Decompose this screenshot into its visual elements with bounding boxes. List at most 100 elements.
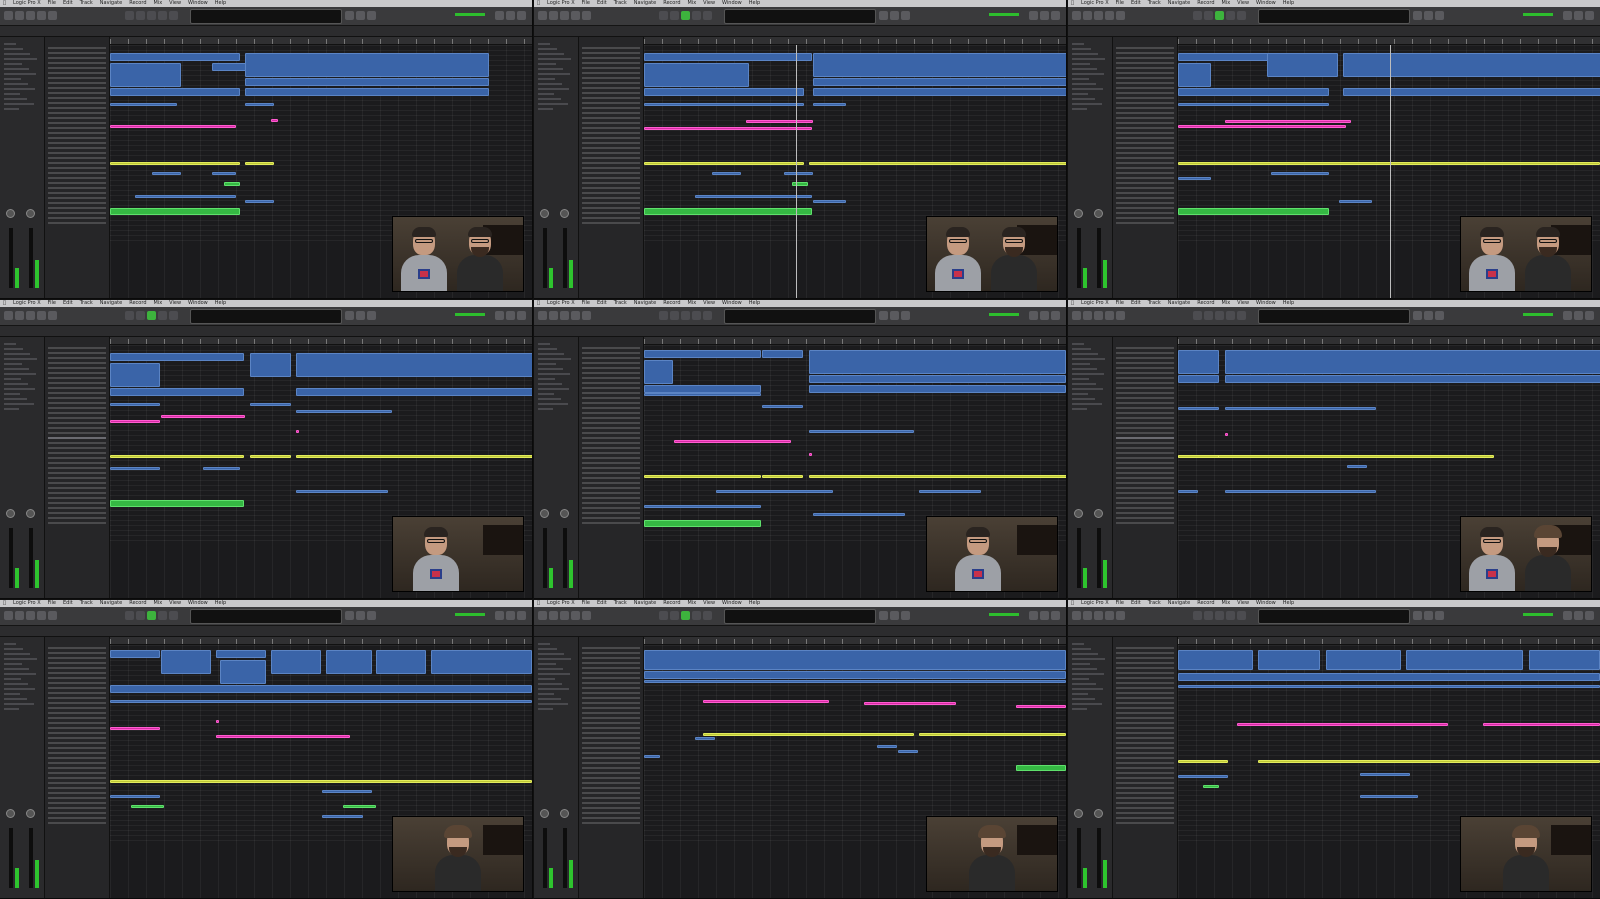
view-button[interactable] — [1029, 311, 1038, 320]
track-header[interactable] — [48, 762, 106, 764]
inspector-parameter[interactable] — [1072, 43, 1084, 45]
audio-region[interactable] — [376, 650, 426, 674]
track-header[interactable] — [1116, 107, 1174, 109]
track-header[interactable] — [1116, 757, 1174, 759]
inspector-parameter[interactable] — [1072, 373, 1104, 375]
audio-region[interactable] — [644, 103, 804, 106]
rewind-icon[interactable] — [125, 611, 134, 620]
lcd-display[interactable] — [190, 609, 342, 624]
pan-knob[interactable] — [6, 209, 15, 218]
lcd-display[interactable] — [190, 9, 342, 24]
track-header[interactable] — [1116, 442, 1174, 444]
track-header[interactable] — [48, 107, 106, 109]
inspector-parameter[interactable] — [1072, 663, 1090, 665]
drummer-region[interactable] — [110, 455, 244, 458]
inspector-parameter[interactable] — [4, 698, 27, 700]
track-header[interactable] — [582, 757, 640, 759]
track-header[interactable] — [1116, 157, 1174, 159]
timeline-ruler[interactable] — [110, 637, 532, 645]
record-icon[interactable] — [158, 311, 167, 320]
record-icon[interactable] — [1226, 611, 1235, 620]
track-header[interactable] — [582, 77, 640, 79]
pan-knob[interactable] — [1074, 809, 1083, 818]
track-header[interactable] — [48, 387, 106, 389]
menu-item[interactable]: Navigate — [634, 300, 656, 306]
mode-button[interactable] — [1424, 311, 1433, 320]
track-header[interactable] — [48, 202, 106, 204]
audio-region[interactable] — [296, 388, 532, 396]
inspector-parameter[interactable] — [1072, 358, 1105, 360]
track-header[interactable] — [1116, 162, 1174, 164]
audio-region[interactable] — [110, 363, 160, 387]
track-header[interactable] — [48, 812, 106, 814]
menu-item[interactable]: Edit — [1131, 0, 1141, 6]
menu-item[interactable]: Mix — [688, 300, 697, 306]
inspector-parameter[interactable] — [1072, 688, 1103, 690]
track-header[interactable] — [1116, 707, 1174, 709]
track-header[interactable] — [582, 62, 640, 64]
audio-region[interactable] — [712, 172, 741, 175]
view-button[interactable] — [1040, 311, 1049, 320]
mode-button[interactable] — [356, 11, 365, 20]
drummer-region[interactable] — [1258, 760, 1600, 763]
inspector-parameter[interactable] — [538, 83, 562, 85]
inspector-parameter[interactable] — [4, 383, 28, 385]
volume-fader[interactable] — [1077, 528, 1081, 588]
audio-region[interactable] — [877, 745, 897, 748]
toolbar-button[interactable] — [37, 11, 46, 20]
inspector-parameter[interactable] — [4, 668, 29, 670]
toolbar-button[interactable] — [37, 611, 46, 620]
audio-region[interactable] — [245, 200, 274, 203]
audio-region[interactable] — [220, 660, 266, 684]
track-header[interactable] — [48, 782, 106, 784]
menu-item[interactable]: File — [582, 0, 590, 6]
audio-region-green[interactable] — [110, 208, 240, 215]
inspector-parameter[interactable] — [4, 648, 23, 650]
track-header[interactable] — [1116, 187, 1174, 189]
track-header[interactable] — [1116, 462, 1174, 464]
inspector-parameter[interactable] — [4, 408, 19, 410]
audio-region[interactable] — [1529, 650, 1600, 670]
inspector-parameter[interactable] — [1072, 368, 1097, 370]
track-header[interactable] — [582, 672, 640, 674]
audio-region[interactable] — [110, 103, 177, 106]
track-header[interactable] — [582, 427, 640, 429]
track-header[interactable] — [1116, 467, 1174, 469]
inspector-parameter[interactable] — [538, 693, 554, 695]
menu-item[interactable]: Edit — [597, 300, 607, 306]
toolbar-button[interactable] — [560, 11, 569, 20]
record-icon[interactable] — [692, 311, 701, 320]
track-header[interactable] — [582, 502, 640, 504]
track-header[interactable] — [1116, 212, 1174, 214]
menu-item[interactable]: Edit — [1131, 600, 1141, 606]
audio-region[interactable] — [813, 103, 846, 106]
menu-item[interactable]: Mix — [1222, 300, 1231, 306]
track-header[interactable] — [48, 502, 106, 504]
track-header[interactable] — [1116, 682, 1174, 684]
track-header[interactable] — [48, 477, 106, 479]
midi-region[interactable] — [161, 415, 245, 418]
toolbar-button[interactable] — [549, 611, 558, 620]
inspector-parameter[interactable] — [1072, 678, 1089, 680]
track-header[interactable] — [1116, 742, 1174, 744]
inspector-parameter[interactable] — [1072, 103, 1102, 105]
cycle-icon[interactable] — [1237, 611, 1246, 620]
track-header[interactable] — [48, 352, 106, 354]
inspector-parameter[interactable] — [4, 393, 20, 395]
midi-region[interactable] — [746, 120, 813, 123]
track-header[interactable] — [1116, 807, 1174, 809]
lcd-display[interactable] — [190, 309, 342, 324]
track-header[interactable] — [582, 447, 640, 449]
track-header[interactable] — [582, 87, 640, 89]
audio-region[interactable] — [110, 63, 181, 87]
menu-item[interactable]: File — [582, 300, 590, 306]
track-header[interactable] — [1116, 747, 1174, 749]
inspector-parameter[interactable] — [4, 353, 30, 355]
menu-item[interactable]: Track — [1148, 600, 1161, 606]
view-button[interactable] — [506, 311, 515, 320]
track-header[interactable] — [1116, 127, 1174, 129]
toolbar-button[interactable] — [538, 11, 547, 20]
mode-button[interactable] — [1435, 11, 1444, 20]
toolbar-button[interactable] — [1116, 611, 1125, 620]
menu-item[interactable]: Edit — [597, 0, 607, 6]
